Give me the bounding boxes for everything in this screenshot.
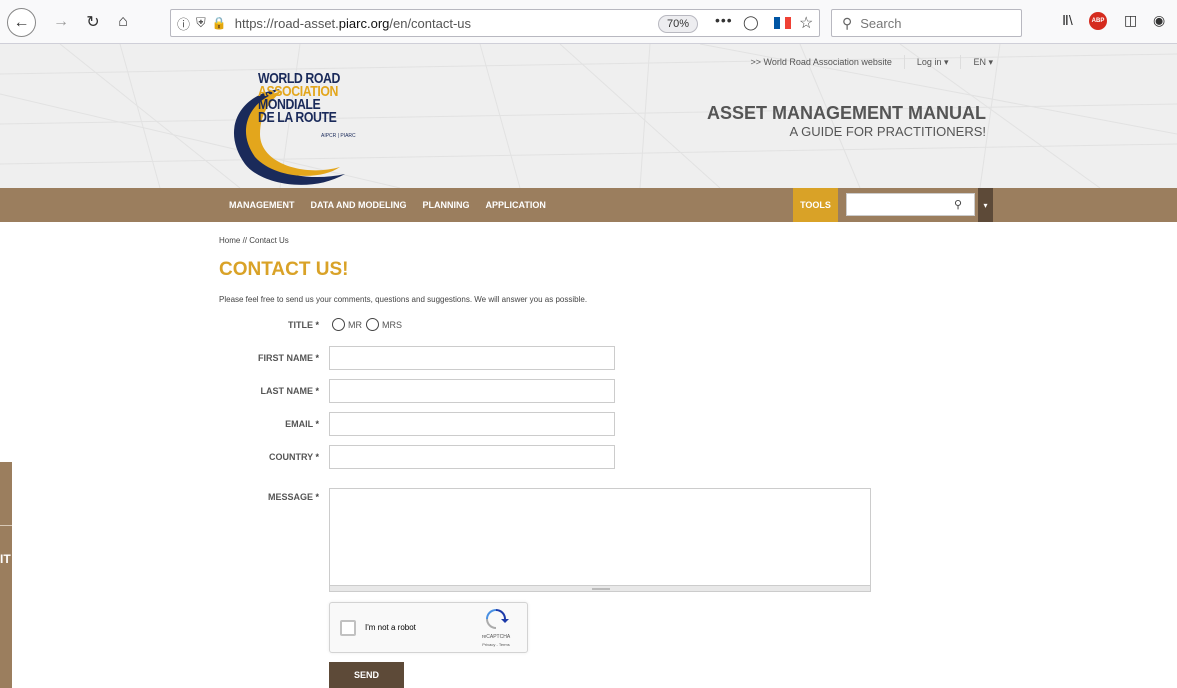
url-domain: piarc.org <box>338 15 390 31</box>
lock-icon[interactable]: 🔒 <box>212 16 227 30</box>
main-menu: MANAGEMENT DATA AND MODELING PLANNING AP… <box>0 188 1177 222</box>
extension-icon[interactable]: ◉ <box>1153 12 1165 29</box>
country-label: COUNTRY * <box>209 452 319 462</box>
browser-toolbar: ← → ↻ ⌂ ⓘ ⛨ 🔒 https://road-asset.piarc.o… <box>0 0 1177 44</box>
recaptcha-widget: I'm not a robot reCAPTCHA Privacy - Term… <box>329 602 528 653</box>
language-flag-icon[interactable] <box>774 17 792 29</box>
search-icon: ⚲ <box>842 14 853 31</box>
bookmark-star-icon[interactable]: ☆ <box>799 13 813 33</box>
menu-item-planning[interactable]: PLANNING <box>423 200 470 210</box>
intro-text: Please feel free to send us your comment… <box>219 295 588 304</box>
top-links: >> World Road Association website Log in… <box>739 55 1006 69</box>
recaptcha-label[interactable]: I'm not a robot <box>365 623 416 632</box>
page-title: CONTACT US! <box>219 259 349 280</box>
menu-item-management[interactable]: MANAGEMENT <box>229 200 295 210</box>
first-name-label-text: FIRST NAME <box>257 353 313 363</box>
email-label-text: EMAIL <box>285 419 313 429</box>
forward-icon[interactable]: → <box>48 9 74 35</box>
breadcrumb[interactable]: Home // Contact Us <box>219 236 289 245</box>
title-label-text: TITLE <box>287 320 313 330</box>
tracking-shield-icon[interactable]: ⛨ <box>196 15 206 31</box>
send-button[interactable]: SEND <box>329 662 404 688</box>
required-mark: * <box>315 320 319 330</box>
reload-icon[interactable]: ↻ <box>80 9 106 35</box>
browser-search-bar[interactable]: ⚲ Search <box>831 9 1022 37</box>
first-name-label: FIRST NAME * <box>209 353 319 363</box>
site-header: WORLD ROAD ASSOCIATION MONDIALE DE LA RO… <box>0 44 1177 188</box>
url-path: /en/contact-us <box>389 15 472 31</box>
adblock-icon[interactable]: ABP <box>1089 12 1107 30</box>
url-prefix: https://road-asset. <box>234 15 339 31</box>
manual-title: ASSET MANAGEMENT MANUAL <box>707 103 986 123</box>
first-name-field[interactable] <box>329 346 615 370</box>
manual-subtitle: A GUIDE FOR PRACTITIONERS! <box>789 124 986 139</box>
browser-search-placeholder: Search <box>860 15 902 31</box>
recaptcha-brand: reCAPTCHA <box>481 634 511 640</box>
tools-button[interactable]: TOOLS <box>793 188 838 222</box>
mrs-radio[interactable] <box>366 318 379 331</box>
message-label-text: MESSAGE <box>267 492 313 502</box>
message-textarea[interactable] <box>329 488 871 586</box>
mr-label[interactable]: MR <box>348 320 362 330</box>
last-name-field[interactable] <box>329 379 615 403</box>
required-mark: * <box>315 492 319 502</box>
required-mark: * <box>315 353 319 363</box>
zoom-badge[interactable]: 70% <box>658 15 699 33</box>
world-road-association-link[interactable]: >> World Road Association website <box>739 55 904 69</box>
side-tab-label: IT <box>0 552 11 566</box>
country-label-text: COUNTRY <box>268 452 313 462</box>
mr-radio[interactable] <box>332 318 345 331</box>
textarea-resize-handle[interactable] <box>329 585 871 592</box>
site-search-input[interactable]: ⚲ <box>846 193 975 216</box>
login-dropdown[interactable]: Log in ▾ <box>903 55 961 69</box>
recaptcha-logo-icon <box>486 609 509 629</box>
sidebar-icon[interactable]: ◫ <box>1124 12 1137 29</box>
email-field[interactable] <box>329 412 615 436</box>
side-tab-divider <box>0 525 12 526</box>
library-icon[interactable]: Ⅱ\ <box>1062 12 1073 29</box>
logo-line: DE LA ROUTE <box>258 109 337 126</box>
logo-subtext: AIPCR | PIARC <box>321 133 356 139</box>
pocket-icon[interactable]: ◯ <box>743 14 759 31</box>
menu-item-data-and-modeling[interactable]: DATA AND MODELING <box>311 200 407 210</box>
side-tab[interactable] <box>0 462 12 688</box>
home-icon[interactable]: ⌂ <box>110 9 136 35</box>
title-radio-group: MR MRS <box>332 318 402 331</box>
required-mark: * <box>315 452 319 462</box>
url-text[interactable]: https://road-asset.piarc.org/en/contact-… <box>235 16 471 31</box>
required-mark: * <box>315 386 319 396</box>
last-name-label-text: LAST NAME <box>260 386 313 396</box>
url-bar[interactable]: ⓘ ⛨ 🔒 https://road-asset.piarc.org/en/co… <box>170 9 820 37</box>
back-icon[interactable]: ← <box>7 8 36 37</box>
info-icon[interactable]: ⓘ <box>177 14 190 33</box>
menu-items: MANAGEMENT DATA AND MODELING PLANNING AP… <box>229 188 562 222</box>
email-label: EMAIL * <box>209 419 319 429</box>
mrs-label[interactable]: MRS <box>382 320 402 330</box>
search-icon[interactable]: ⚲ <box>954 198 962 211</box>
country-field[interactable] <box>329 445 615 469</box>
search-dropdown-button[interactable]: ▾ <box>978 188 993 222</box>
piarc-logo[interactable]: WORLD ROAD ASSOCIATION MONDIALE DE LA RO… <box>220 69 370 188</box>
last-name-label: LAST NAME * <box>209 386 319 396</box>
title-label: TITLE * <box>209 320 319 330</box>
message-label: MESSAGE * <box>209 492 319 502</box>
language-dropdown[interactable]: EN ▾ <box>960 55 1005 69</box>
required-mark: * <box>315 419 319 429</box>
menu-item-application[interactable]: APPLICATION <box>486 200 546 210</box>
page-actions-icon[interactable]: ••• <box>715 12 733 28</box>
recaptcha-terms-link[interactable]: Privacy - Terms <box>472 642 520 647</box>
recaptcha-checkbox[interactable] <box>340 620 356 636</box>
